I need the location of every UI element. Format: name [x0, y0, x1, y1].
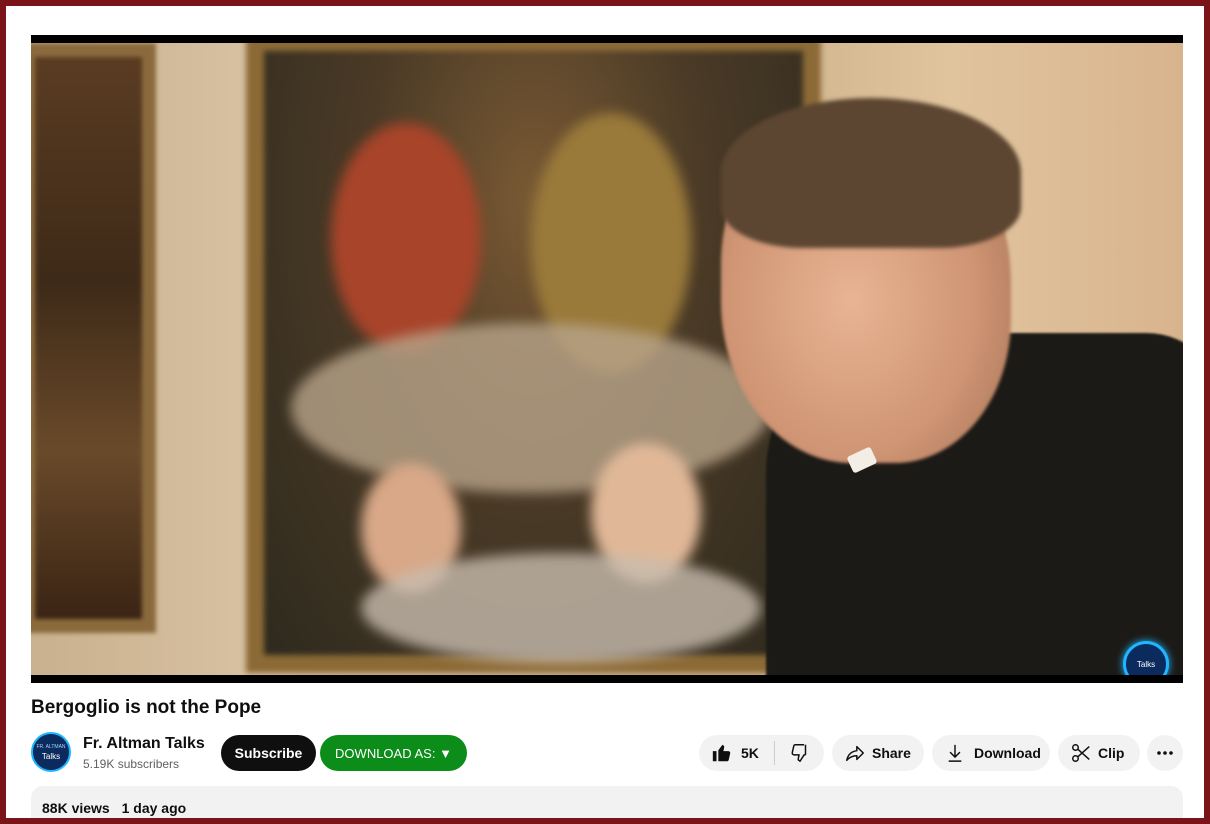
like-dislike-group: 5K — [699, 735, 824, 771]
thumbs-up-icon — [711, 742, 733, 764]
subscriber-count: 5.19K subscribers — [83, 757, 180, 771]
page: Talks Bergoglio is not the Pope FR. ALTM… — [6, 6, 1204, 818]
painting-clouds — [291, 323, 771, 493]
download-button[interactable]: Download — [932, 735, 1050, 771]
watermark-text: Talks — [1136, 659, 1156, 669]
view-count: 88K views — [42, 800, 110, 816]
share-button[interactable]: Share — [832, 735, 924, 771]
share-label: Share — [872, 745, 911, 761]
description-box[interactable]: 88K views 1 day ago — [31, 786, 1183, 818]
channel-name[interactable]: Fr. Altman Talks — [83, 735, 205, 753]
painting-figure — [331, 123, 481, 353]
speaker-hair — [721, 98, 1021, 248]
like-button[interactable]: 5K — [699, 735, 774, 771]
clip-label: Clip — [1098, 745, 1125, 761]
video-frame[interactable]: Talks — [31, 43, 1183, 675]
more-actions-button[interactable] — [1147, 735, 1183, 771]
dislike-button[interactable] — [775, 735, 824, 771]
avatar-text: Talks — [41, 752, 61, 761]
thumbs-down-icon — [789, 742, 811, 764]
clip-button[interactable]: Clip — [1058, 735, 1140, 771]
channel-action-row: FR. ALTMAN Talks Fr. Altman Talks 5.19K … — [31, 732, 1183, 772]
video-title: Bergoglio is not the Pope — [31, 697, 262, 718]
download-label: Download — [974, 745, 1041, 761]
download-icon — [946, 743, 964, 763]
share-icon — [844, 742, 866, 764]
more-icon — [1155, 743, 1175, 763]
subscribe-button[interactable]: Subscribe — [221, 735, 316, 771]
video-player[interactable]: Talks — [31, 35, 1183, 683]
download-as-button[interactable]: DOWNLOAD AS: ▼ — [320, 735, 467, 771]
like-count: 5K — [741, 745, 759, 761]
painting-clouds — [361, 553, 761, 663]
avatar-small-text: FR. ALTMAN — [36, 744, 66, 750]
upload-age: 1 day ago — [121, 800, 187, 816]
scissors-icon — [1070, 742, 1092, 764]
description-meta: 88K views 1 day ago — [42, 800, 194, 816]
channel-avatar[interactable]: FR. ALTMAN Talks — [31, 732, 71, 772]
painting-left — [31, 43, 156, 633]
